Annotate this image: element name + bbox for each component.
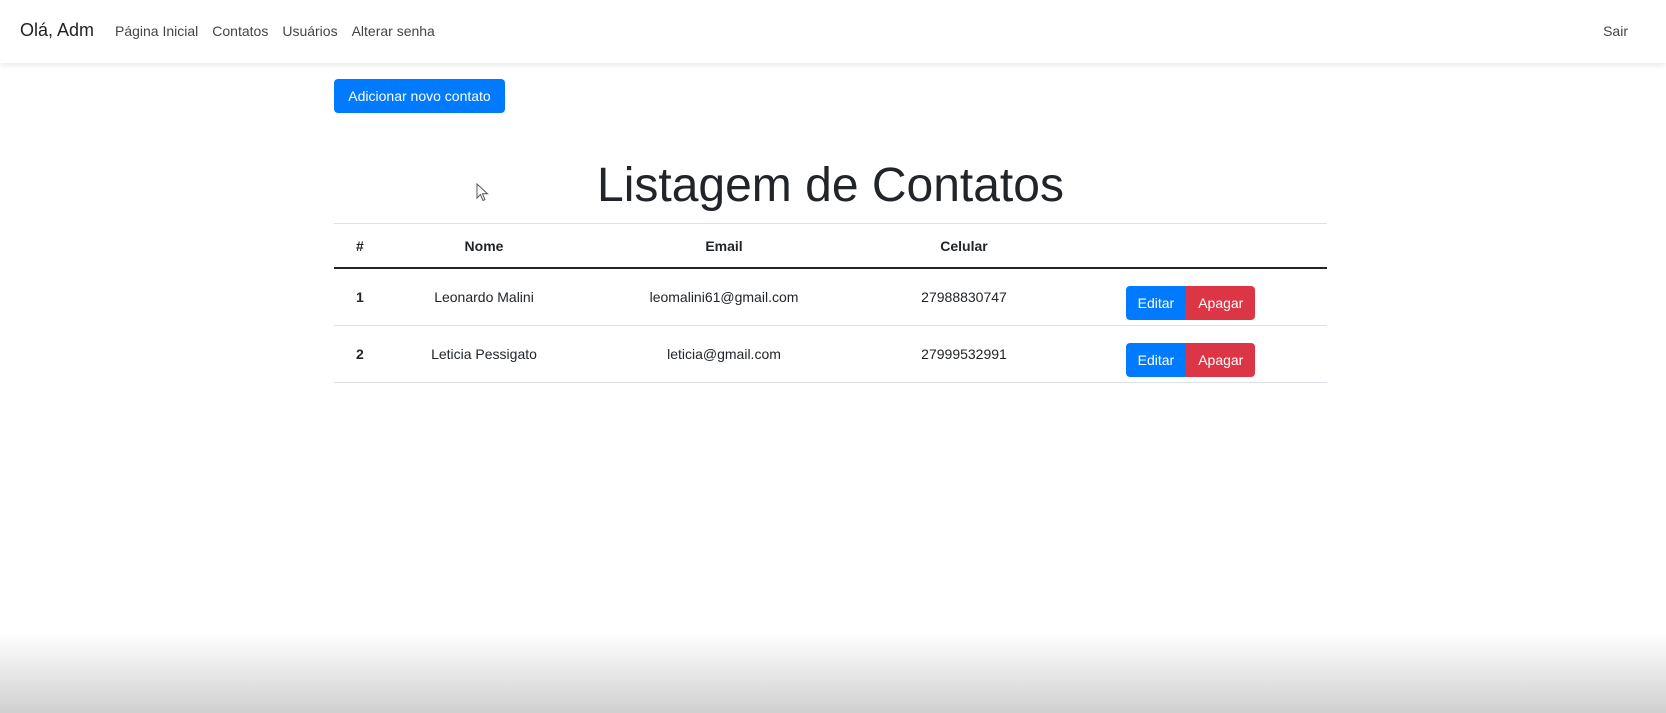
- contacts-table: # Nome Email Celular 1 Leonardo Malini l…: [334, 223, 1327, 383]
- row-actions: Editar Apagar: [1054, 268, 1327, 326]
- column-header-actions: [1054, 223, 1327, 269]
- contact-phone: 27988830747: [874, 268, 1054, 326]
- action-button-group: Editar Apagar: [1125, 343, 1256, 377]
- nav-links: Página Inicial Contatos Usuários Alterar…: [115, 23, 449, 39]
- nav-link-contacts[interactable]: Contatos: [212, 23, 268, 39]
- column-header-number: #: [334, 223, 394, 269]
- contact-name: Leonardo Malini: [394, 268, 574, 326]
- delete-button[interactable]: Apagar: [1186, 343, 1256, 377]
- bottom-shadow-overlay: [0, 633, 1666, 713]
- contact-email: leomalini61@gmail.com: [574, 268, 874, 326]
- contact-name: Leticia Pessigato: [394, 325, 574, 383]
- column-header-name: Nome: [394, 223, 574, 269]
- navbar-brand[interactable]: Olá, Adm: [20, 20, 94, 41]
- nav-link-home[interactable]: Página Inicial: [115, 23, 198, 39]
- nav-link-change-password[interactable]: Alterar senha: [352, 23, 435, 39]
- mouse-pointer-icon: [476, 183, 489, 202]
- table-row: 2 Leticia Pessigato leticia@gmail.com 27…: [334, 325, 1327, 383]
- row-number: 1: [334, 268, 394, 326]
- add-contact-button[interactable]: Adicionar novo contato: [334, 79, 505, 113]
- contact-email: leticia@gmail.com: [574, 325, 874, 383]
- table-header-row: # Nome Email Celular: [334, 223, 1327, 269]
- contact-phone: 27999532991: [874, 325, 1054, 383]
- edit-button[interactable]: Editar: [1125, 343, 1187, 377]
- delete-button[interactable]: Apagar: [1186, 286, 1256, 320]
- column-header-email: Email: [574, 223, 874, 269]
- action-button-group: Editar Apagar: [1125, 286, 1256, 320]
- table-row: 1 Leonardo Malini leomalini61@gmail.com …: [334, 268, 1327, 326]
- row-actions: Editar Apagar: [1054, 325, 1327, 383]
- nav-link-users[interactable]: Usuários: [282, 23, 337, 39]
- top-navbar: Olá, Adm Página Inicial Contatos Usuário…: [0, 0, 1666, 63]
- column-header-phone: Celular: [874, 223, 1054, 269]
- row-number: 2: [334, 325, 394, 383]
- edit-button[interactable]: Editar: [1125, 286, 1187, 320]
- logout-link[interactable]: Sair: [1603, 23, 1628, 39]
